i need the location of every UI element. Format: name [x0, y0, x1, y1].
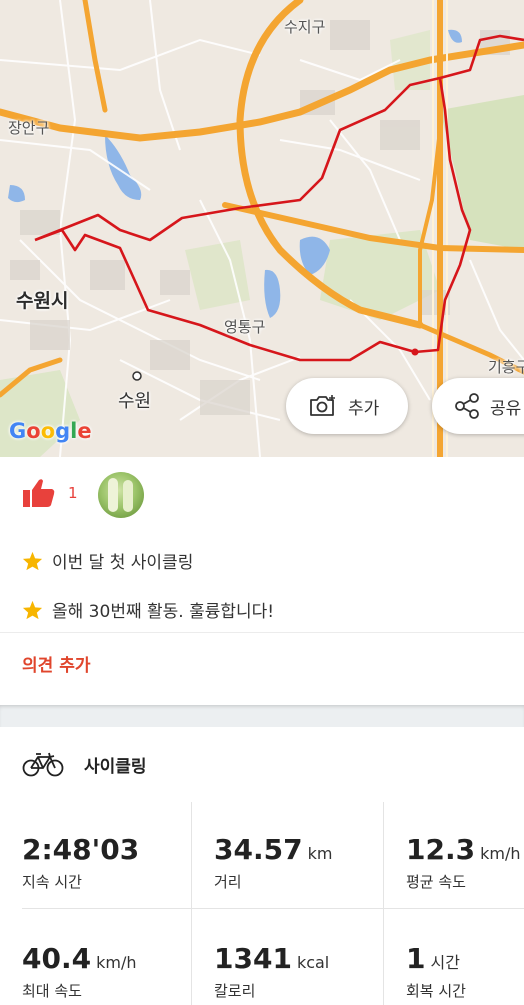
stat-value: 2:48'03 — [22, 833, 140, 866]
stat-value: 12.3 — [406, 833, 476, 866]
social-section: 1 이번 달 첫 사이클링 올해 30번째 활동. 훌륭합니다! 의견 추가 — [0, 457, 524, 705]
stat-caption: 칼로리 — [214, 982, 256, 1000]
avatar[interactable] — [98, 472, 144, 518]
stat-unit: 시간 — [430, 953, 460, 972]
like-button[interactable]: 1 — [22, 477, 78, 509]
stat-caption: 지속 시간 — [22, 873, 82, 891]
map-label-yeongtong: 영통구 — [224, 318, 266, 336]
map-label-giheung: 기흥구 — [488, 358, 524, 376]
stat-max-speed: 40.4 km/h 최대 속도 — [22, 942, 136, 1001]
activity-type: 사이클링 — [22, 751, 147, 777]
stat-distance: 34.57 km 거리 — [214, 833, 332, 892]
map-label-jangan: 장안구 — [8, 119, 50, 137]
activity-stats: 사이클링 2:48'03 지속 시간 34.57 km 거리 12.3 km/h 평… — [0, 727, 524, 1005]
stat-value: 40.4 — [22, 942, 92, 975]
grid-divider — [22, 908, 524, 909]
stat-duration: 2:48'03 지속 시간 — [22, 833, 139, 892]
activity-type-label: 사이클링 — [84, 756, 147, 777]
grid-divider — [191, 802, 192, 1005]
thumbs-up-icon — [23, 479, 55, 507]
share-label: 공유 — [490, 398, 522, 419]
achievement-item: 이번 달 첫 사이클링 — [22, 548, 193, 573]
share-icon — [455, 393, 479, 419]
achievement-text: 이번 달 첫 사이클링 — [52, 553, 194, 573]
stat-unit: km/h — [480, 844, 521, 863]
stat-caption: 거리 — [214, 873, 242, 891]
bicycle-icon — [22, 752, 64, 777]
google-logo: Google — [9, 419, 92, 443]
stat-recovery-time: 1 시간 회복 시간 — [406, 942, 466, 1001]
stat-calories: 1341 kcal 칼로리 — [214, 942, 329, 1001]
stat-unit: km — [307, 844, 333, 863]
route-map[interactable]: 수지구 장안구 수원시 영통구 수원 기흥구 Google 추가 공유 — [0, 0, 524, 457]
grid-divider — [383, 802, 384, 1005]
stat-value: 34.57 — [214, 833, 303, 866]
add-photo-label: 추가 — [348, 398, 380, 419]
add-photo-button[interactable]: 추가 — [286, 378, 408, 434]
star-icon — [22, 600, 43, 619]
share-button[interactable]: 공유 — [432, 378, 524, 434]
like-count: 1 — [68, 484, 78, 502]
stat-avg-speed: 12.3 km/h 평균 속도 — [406, 833, 520, 892]
add-comment-link[interactable]: 의견 추가 — [22, 651, 90, 676]
stat-value: 1 — [406, 942, 426, 975]
stat-unit: km/h — [96, 953, 137, 972]
achievement-text: 올해 30번째 활동. 훌륭합니다! — [52, 602, 275, 622]
stat-caption: 최대 속도 — [22, 982, 82, 1000]
map-label-suji: 수지구 — [284, 18, 326, 36]
stat-unit: kcal — [296, 953, 330, 972]
map-label-suwon-station: 수원 — [118, 391, 152, 412]
stat-caption: 회복 시간 — [406, 982, 466, 1000]
star-icon — [22, 551, 43, 570]
map-label-suwon-si: 수원시 — [16, 290, 69, 312]
divider — [0, 632, 524, 633]
section-gap — [0, 705, 524, 727]
stat-value: 1341 — [214, 942, 292, 975]
achievement-item: 올해 30번째 활동. 훌륭합니다! — [22, 597, 274, 622]
camera-plus-icon — [310, 395, 335, 416]
stat-caption: 평균 속도 — [406, 873, 466, 891]
